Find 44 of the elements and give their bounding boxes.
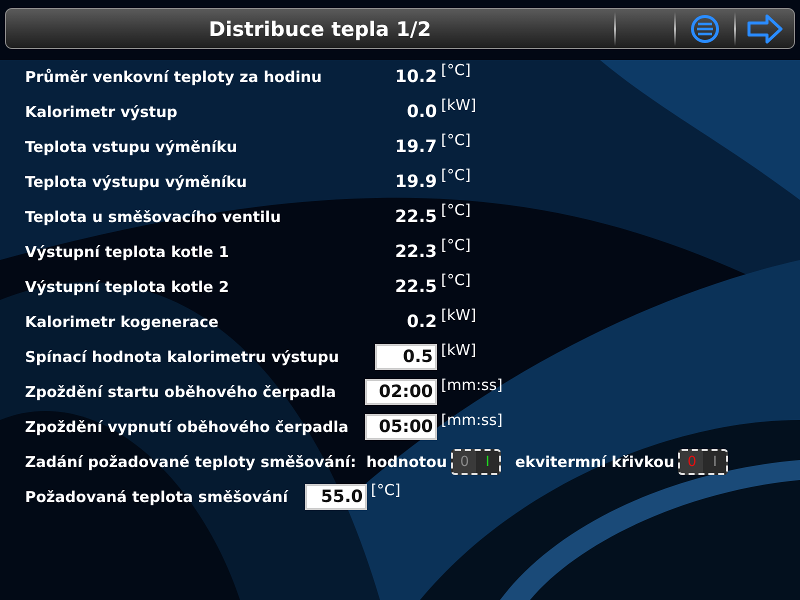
field-label: Zpoždění startu oběhového čerpadla xyxy=(25,382,337,400)
unit-label: [kW] xyxy=(440,341,478,359)
toggle-switch[interactable]: 0 I xyxy=(451,448,502,474)
unit-label: [°C] xyxy=(440,61,472,79)
toggle-switch[interactable]: 0 I xyxy=(678,448,728,474)
field-label: Teplota u směšovacího ventilu xyxy=(25,208,282,226)
field-value: 10.2 xyxy=(395,66,437,86)
input-field[interactable]: 55.0 xyxy=(304,484,367,510)
unit-label: [°C] xyxy=(440,271,472,289)
unit-label: [°C] xyxy=(440,201,472,219)
field-label: Spínací hodnota kalorimetru výstupu xyxy=(25,348,340,366)
field-label: Zadání požadované teploty směšování: xyxy=(25,452,356,470)
field-label: Výstupní teplota kotle 1 xyxy=(25,242,230,260)
field-label: Kalorimetr kogenerace xyxy=(25,312,220,330)
field-label: Zpoždění vypnutí oběhového čerpadla xyxy=(25,418,350,436)
arrow-right-icon xyxy=(747,14,783,44)
field-value: 19.7 xyxy=(395,136,437,156)
field-value: 19.9 xyxy=(395,172,437,192)
field-label: Kalorimetr výstup xyxy=(25,102,178,120)
toggle-label: ekvitermní křivkou xyxy=(515,452,674,470)
field-label: Výstupní teplota kotle 2 xyxy=(25,278,230,296)
field-value: 22.5 xyxy=(395,206,437,226)
field-label: Teplota výstupu výměníku xyxy=(25,172,248,190)
field-value: 22.5 xyxy=(395,276,437,296)
unit-label: [mm:ss] xyxy=(440,376,504,394)
field-label: Teplota vstupu výměníku xyxy=(25,138,238,156)
unit-label: [kW] xyxy=(440,96,478,114)
unit-label: [°C] xyxy=(440,166,472,184)
input-field[interactable]: 0.5 xyxy=(375,344,437,370)
page-title: Distribuce tepla 1/2 xyxy=(208,16,432,40)
unit-label: [°C] xyxy=(440,131,472,149)
unit-label: [°C] xyxy=(440,236,472,254)
field-value: 0.0 xyxy=(406,102,437,122)
field-label: Průměr venkovní teploty za hodinu xyxy=(25,68,323,86)
input-field[interactable]: 05:00 xyxy=(365,414,437,440)
menu-icon xyxy=(690,14,720,44)
input-field[interactable]: 02:00 xyxy=(365,378,437,404)
field-label: Požadovaná teplota směšování xyxy=(25,488,288,506)
unit-label: [kW] xyxy=(440,306,478,324)
unit-label: [°C] xyxy=(370,481,401,499)
field-value: 22.3 xyxy=(395,242,437,262)
toggle-label: hodnotou xyxy=(366,452,448,470)
field-value: 0.2 xyxy=(406,312,437,332)
unit-label: [mm:ss] xyxy=(440,411,504,429)
